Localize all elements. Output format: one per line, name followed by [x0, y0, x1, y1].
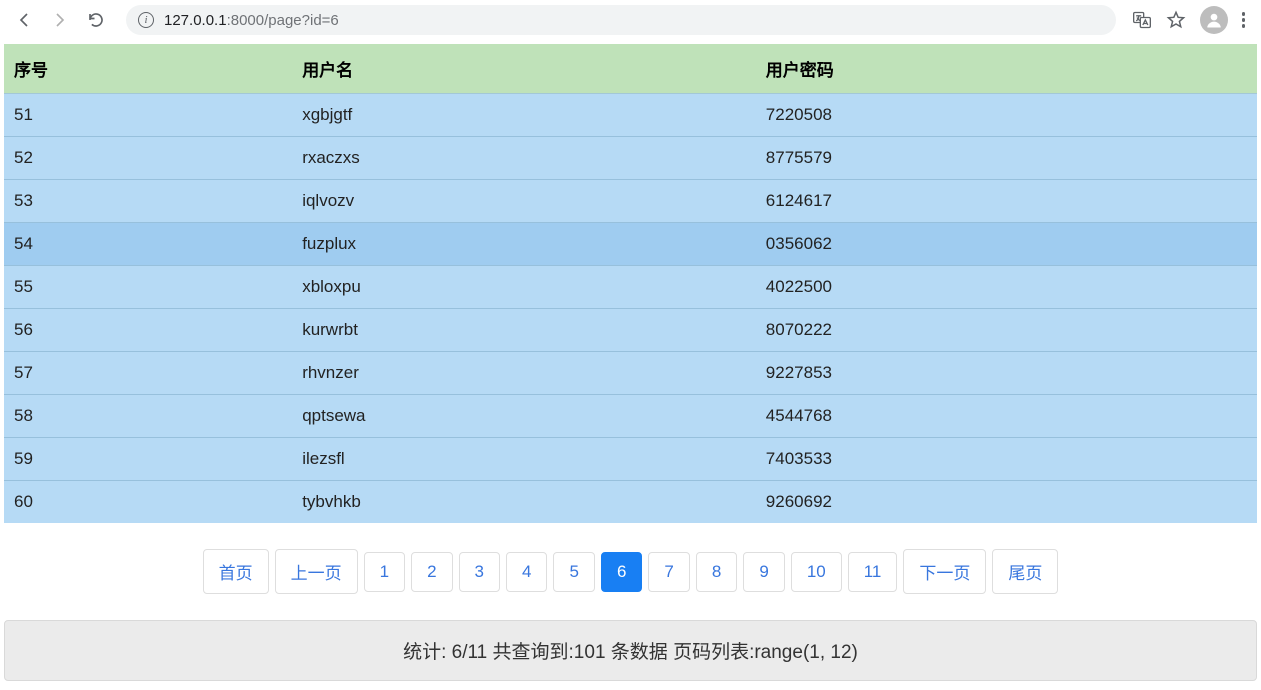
- address-bar[interactable]: i 127.0.0.1:8000/page?id=6: [126, 5, 1116, 35]
- cell-pass: 7403533: [756, 438, 1257, 481]
- page-number-9[interactable]: 9: [743, 552, 784, 592]
- forward-button[interactable]: [46, 6, 74, 34]
- page-number-7[interactable]: 7: [648, 552, 689, 592]
- page-next[interactable]: 下一页: [903, 549, 986, 594]
- cell-user: ilezsfl: [292, 438, 756, 481]
- data-table: 序号 用户名 用户密码 51xgbjgtf722050852rxaczxs877…: [4, 44, 1257, 523]
- table-row: 53iqlvozv6124617: [4, 180, 1257, 223]
- site-info-icon[interactable]: i: [138, 12, 154, 28]
- page-number-11[interactable]: 11: [848, 552, 898, 592]
- cell-id: 60: [4, 481, 292, 524]
- cell-id: 51: [4, 94, 292, 137]
- page-number-10[interactable]: 10: [791, 552, 842, 592]
- cell-pass: 6124617: [756, 180, 1257, 223]
- cell-pass: 4022500: [756, 266, 1257, 309]
- page-first[interactable]: 首页: [203, 549, 269, 594]
- browser-toolbar: i 127.0.0.1:8000/page?id=6: [0, 0, 1261, 40]
- cell-id: 52: [4, 137, 292, 180]
- table-row: 52rxaczxs8775579: [4, 137, 1257, 180]
- cell-user: qptsewa: [292, 395, 756, 438]
- cell-pass: 8775579: [756, 137, 1257, 180]
- star-icon[interactable]: [1166, 10, 1186, 30]
- cell-user: rhvnzer: [292, 352, 756, 395]
- cell-id: 54: [4, 223, 292, 266]
- cell-pass: 8070222: [756, 309, 1257, 352]
- page-last[interactable]: 尾页: [992, 549, 1058, 594]
- table-row: 51xgbjgtf7220508: [4, 94, 1257, 137]
- reload-button[interactable]: [82, 6, 110, 34]
- url-text: 127.0.0.1:8000/page?id=6: [164, 12, 339, 29]
- pagination: 首页 上一页 1234567891011 下一页 尾页: [0, 549, 1261, 594]
- cell-id: 56: [4, 309, 292, 352]
- profile-icon[interactable]: [1200, 6, 1228, 34]
- cell-pass: 7220508: [756, 94, 1257, 137]
- page-number-8[interactable]: 8: [696, 552, 737, 592]
- page-number-1[interactable]: 1: [364, 552, 405, 592]
- page-number-6[interactable]: 6: [601, 552, 642, 592]
- url-host: 127.0.0.1: [164, 12, 227, 29]
- table-row: 56kurwrbt8070222: [4, 309, 1257, 352]
- back-button[interactable]: [10, 6, 38, 34]
- cell-id: 55: [4, 266, 292, 309]
- cell-pass: 9260692: [756, 481, 1257, 524]
- cell-pass: 9227853: [756, 352, 1257, 395]
- table-row: 60tybvhkb9260692: [4, 481, 1257, 524]
- url-port: :8000: [227, 12, 265, 29]
- table-row: 54fuzplux0356062: [4, 223, 1257, 266]
- cell-pass: 0356062: [756, 223, 1257, 266]
- cell-user: tybvhkb: [292, 481, 756, 524]
- table-row: 59ilezsfl7403533: [4, 438, 1257, 481]
- toolbar-right: [1132, 6, 1252, 34]
- cell-user: xgbjgtf: [292, 94, 756, 137]
- table-row: 57rhvnzer9227853: [4, 352, 1257, 395]
- cell-id: 59: [4, 438, 292, 481]
- col-header-user: 用户名: [292, 44, 756, 94]
- page-prev[interactable]: 上一页: [275, 549, 358, 594]
- page-number-5[interactable]: 5: [553, 552, 594, 592]
- cell-id: 53: [4, 180, 292, 223]
- table-header-row: 序号 用户名 用户密码: [4, 44, 1257, 94]
- cell-id: 57: [4, 352, 292, 395]
- col-header-pass: 用户密码: [756, 44, 1257, 94]
- cell-id: 58: [4, 395, 292, 438]
- cell-user: iqlvozv: [292, 180, 756, 223]
- page-number-3[interactable]: 3: [459, 552, 500, 592]
- cell-user: kurwrbt: [292, 309, 756, 352]
- col-header-id: 序号: [4, 44, 292, 94]
- table-row: 55xbloxpu4022500: [4, 266, 1257, 309]
- stats-bar: 统计: 6/11 共查询到:101 条数据 页码列表:range(1, 12): [4, 620, 1257, 681]
- translate-icon[interactable]: [1132, 10, 1152, 30]
- url-path: /page?id=6: [264, 12, 339, 29]
- page-number-4[interactable]: 4: [506, 552, 547, 592]
- cell-user: rxaczxs: [292, 137, 756, 180]
- page-number-2[interactable]: 2: [411, 552, 452, 592]
- cell-user: xbloxpu: [292, 266, 756, 309]
- table-row: 58qptsewa4544768: [4, 395, 1257, 438]
- kebab-menu-icon[interactable]: [1242, 12, 1246, 28]
- cell-user: fuzplux: [292, 223, 756, 266]
- cell-pass: 4544768: [756, 395, 1257, 438]
